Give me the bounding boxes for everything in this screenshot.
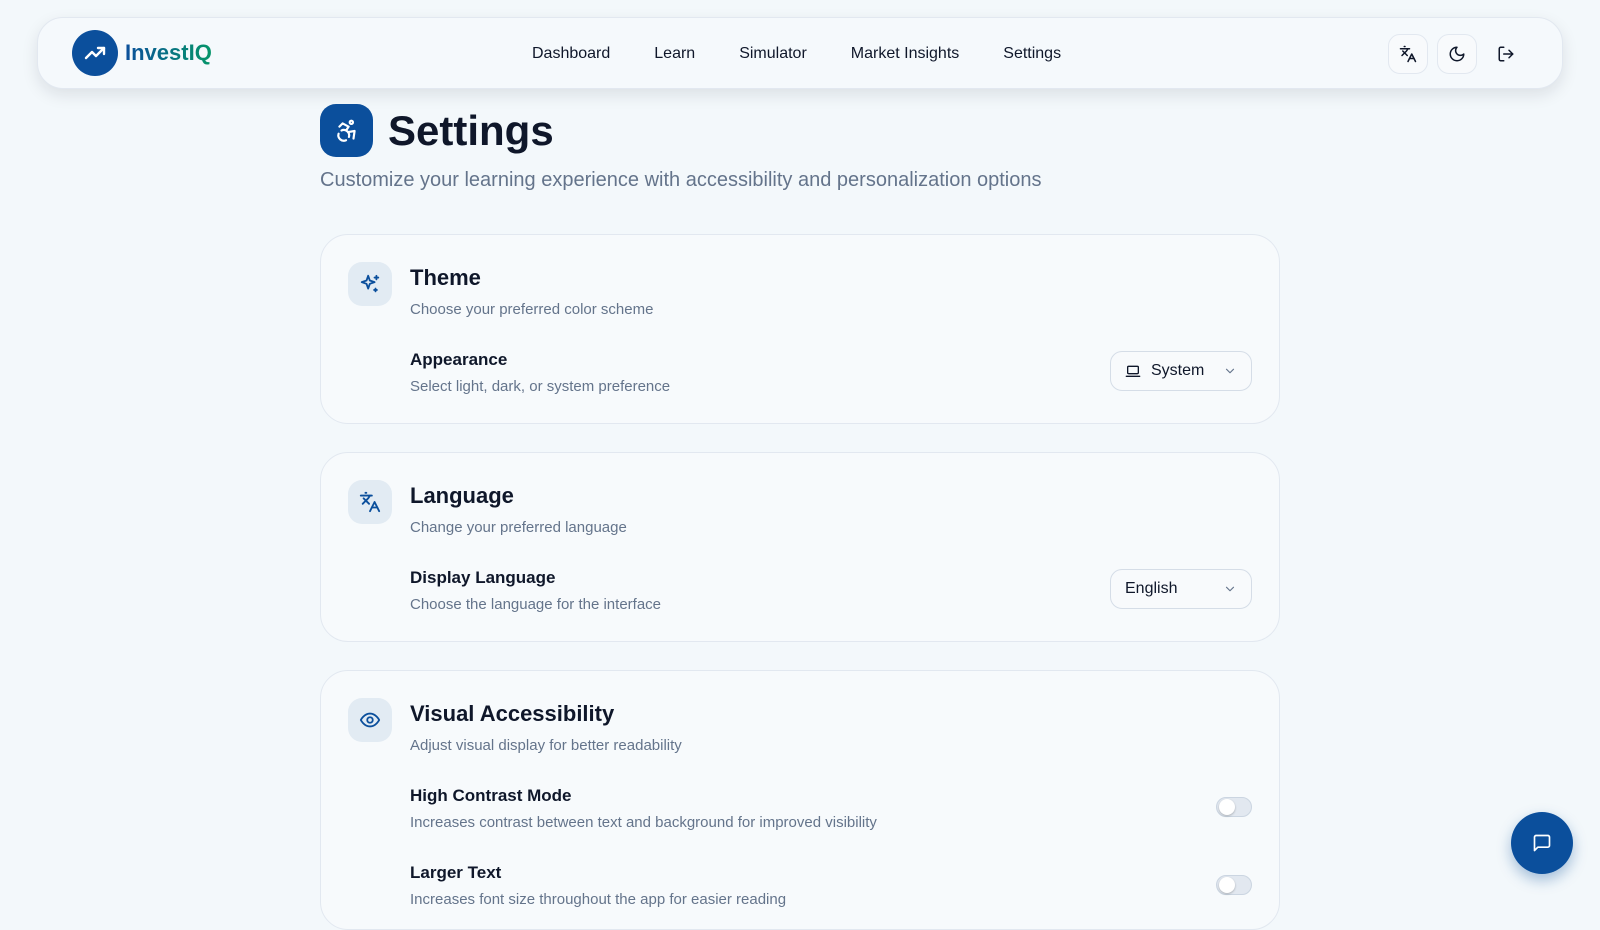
appearance-description: Select light, dark, or system preference [410, 378, 671, 395]
nav-links: Dashboard Learn Simulator Market Insight… [532, 18, 1105, 90]
larger-text-toggle[interactable] [1216, 875, 1252, 895]
chevron-down-icon [1225, 368, 1235, 374]
appearance-value: System [1151, 362, 1205, 379]
language-button[interactable] [1388, 34, 1428, 74]
nav-link-market-insights[interactable]: Market Insights [851, 45, 959, 63]
toggle-knob [1219, 877, 1235, 893]
chat-button[interactable] [1511, 812, 1573, 874]
display-language-description: Choose the language for the interface [410, 596, 662, 613]
theme-description: Choose your preferred color scheme [410, 301, 654, 318]
visual-accessibility-card: Visual Accessibility Adjust visual displ… [320, 670, 1280, 930]
larger-text-label: Larger Text [410, 863, 502, 882]
appearance-label: Appearance [410, 350, 508, 369]
display-language-select[interactable]: English [1110, 569, 1252, 609]
high-contrast-label: High Contrast Mode [410, 786, 572, 805]
page-title: Settings [388, 106, 554, 154]
laptop-icon [1125, 363, 1141, 379]
brand[interactable]: InvestIQ [72, 30, 212, 76]
visual-accessibility-title: Visual Accessibility [410, 701, 615, 726]
larger-text-description: Increases font size throughout the app f… [410, 891, 787, 908]
chevron-down-icon [1225, 586, 1235, 592]
theme-card: Theme Choose your preferred color scheme… [320, 234, 1280, 424]
page-subtitle: Customize your learning experience with … [320, 169, 1042, 191]
page-header: Settings Customize your learning experie… [320, 104, 1042, 192]
nav-link-simulator[interactable]: Simulator [739, 45, 807, 63]
moon-icon [1449, 46, 1465, 62]
nav-link-dashboard[interactable]: Dashboard [532, 45, 610, 63]
high-contrast-toggle[interactable] [1216, 797, 1252, 817]
nav-actions [1388, 34, 1526, 74]
appearance-select[interactable]: System [1110, 351, 1252, 391]
visual-accessibility-description: Adjust visual display for better readabi… [410, 737, 682, 754]
accessibility-icon [320, 104, 373, 157]
theme-title: Theme [410, 265, 481, 290]
logout-button[interactable] [1486, 34, 1526, 74]
eye-icon [348, 698, 392, 742]
sparkles-icon [348, 262, 392, 306]
toggle-knob [1219, 799, 1235, 815]
display-language-value: English [1125, 580, 1178, 597]
theme-toggle-button[interactable] [1437, 34, 1477, 74]
nav-link-settings[interactable]: Settings [1003, 45, 1061, 63]
translate-icon [348, 480, 392, 524]
top-navbar: InvestIQ Dashboard Learn Simulator Marke… [37, 17, 1563, 89]
high-contrast-description: Increases contrast between text and back… [410, 814, 877, 831]
nav-link-learn[interactable]: Learn [654, 45, 695, 63]
language-description: Change your preferred language [410, 519, 627, 536]
chat-icon [1533, 834, 1551, 852]
language-title: Language [410, 483, 514, 508]
translate-icon [1399, 45, 1417, 63]
display-language-label: Display Language [410, 568, 556, 587]
trending-up-icon [72, 30, 118, 76]
brand-name: InvestIQ [125, 40, 212, 65]
language-card: Language Change your preferred language … [320, 452, 1280, 642]
logout-icon [1498, 46, 1514, 62]
